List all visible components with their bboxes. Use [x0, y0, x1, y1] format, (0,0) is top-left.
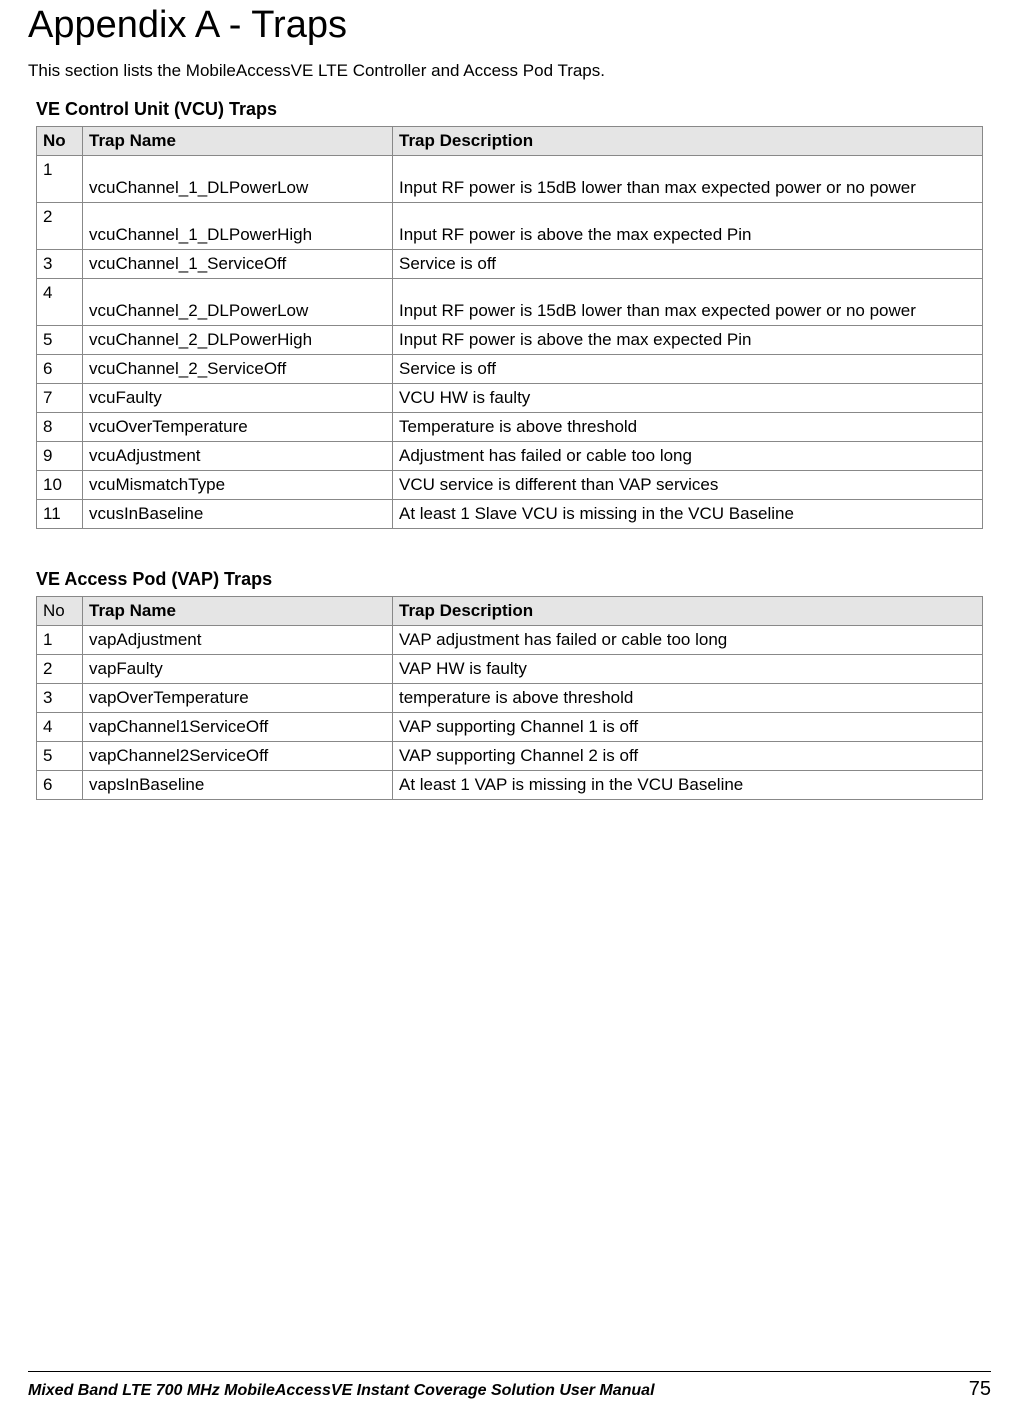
vcu-cell-desc: Input RF power is 15dB lower than max ex…	[393, 156, 983, 203]
vap-header-desc: Trap Description	[393, 597, 983, 626]
vcu-cell-no: 3	[37, 250, 83, 279]
vap-cell-name: vapAdjustment	[83, 626, 393, 655]
vap-cell-desc: VAP supporting Channel 2 is off	[393, 742, 983, 771]
table-row: 4vapChannel1ServiceOffVAP supporting Cha…	[37, 713, 983, 742]
vap-header-name: Trap Name	[83, 597, 393, 626]
footer-title: Mixed Band LTE 700 MHz MobileAccessVE In…	[28, 1382, 655, 1400]
table-row: 2vapFaultyVAP HW is faulty	[37, 655, 983, 684]
vap-cell-desc: temperature is above threshold	[393, 684, 983, 713]
vap-cell-desc: VAP adjustment has failed or cable too l…	[393, 626, 983, 655]
table-row: 8vcuOverTemperatureTemperature is above …	[37, 413, 983, 442]
vcu-cell-no: 2	[37, 203, 83, 250]
table-row: 9vcuAdjustmentAdjustment has failed or c…	[37, 442, 983, 471]
intro-text: This section lists the MobileAccessVE LT…	[28, 61, 991, 81]
vcu-cell-desc: VCU service is different than VAP servic…	[393, 471, 983, 500]
table-row: 1vapAdjustmentVAP adjustment has failed …	[37, 626, 983, 655]
vap-cell-name: vapOverTemperature	[83, 684, 393, 713]
vcu-table-title: VE Control Unit (VCU) Traps	[36, 99, 991, 120]
vcu-cell-desc: VCU HW is faulty	[393, 384, 983, 413]
vcu-cell-no: 5	[37, 326, 83, 355]
vap-header-no: No	[37, 597, 83, 626]
page-title: Appendix A - Traps	[28, 4, 991, 47]
vap-cell-name: vapsInBaseline	[83, 771, 393, 800]
vcu-cell-name: vcuFaulty	[83, 384, 393, 413]
table-row: 6vcuChannel_2_ServiceOffService is off	[37, 355, 983, 384]
vcu-cell-name: vcuMismatchType	[83, 471, 393, 500]
table-row: 5vapChannel2ServiceOffVAP supporting Cha…	[37, 742, 983, 771]
vcu-cell-name: vcusInBaseline	[83, 500, 393, 529]
vap-cell-desc: VAP supporting Channel 1 is off	[393, 713, 983, 742]
vcu-header-name: Trap Name	[83, 127, 393, 156]
vcu-cell-no: 1	[37, 156, 83, 203]
vcu-cell-no: 9	[37, 442, 83, 471]
vcu-cell-no: 6	[37, 355, 83, 384]
footer-page-number: 75	[969, 1378, 991, 1401]
vcu-cell-no: 4	[37, 279, 83, 326]
vcu-cell-desc: Service is off	[393, 355, 983, 384]
vcu-cell-desc: Service is off	[393, 250, 983, 279]
table-row: 6vapsInBaselineAt least 1 VAP is missing…	[37, 771, 983, 800]
vcu-cell-no: 8	[37, 413, 83, 442]
vap-cell-name: vapChannel1ServiceOff	[83, 713, 393, 742]
table-row: 7vcuFaultyVCU HW is faulty	[37, 384, 983, 413]
vcu-cell-name: vcuAdjustment	[83, 442, 393, 471]
vcu-cell-name: vcuChannel_1_DLPowerLow	[83, 156, 393, 203]
vcu-cell-desc: Adjustment has failed or cable too long	[393, 442, 983, 471]
table-row: 5vcuChannel_2_DLPowerHighInput RF power …	[37, 326, 983, 355]
vap-cell-name: vapChannel2ServiceOff	[83, 742, 393, 771]
vap-cell-desc: At least 1 VAP is missing in the VCU Bas…	[393, 771, 983, 800]
vap-cell-no: 3	[37, 684, 83, 713]
vap-cell-no: 4	[37, 713, 83, 742]
vcu-cell-name: vcuChannel_1_ServiceOff	[83, 250, 393, 279]
vcu-cell-name: vcuOverTemperature	[83, 413, 393, 442]
page-footer: Mixed Band LTE 700 MHz MobileAccessVE In…	[28, 1371, 991, 1401]
table-row: 2vcuChannel_1_DLPowerHighInput RF power …	[37, 203, 983, 250]
vap-table-title: VE Access Pod (VAP) Traps	[36, 569, 991, 590]
vap-cell-no: 6	[37, 771, 83, 800]
table-row: 3vapOverTemperaturetemperature is above …	[37, 684, 983, 713]
vcu-header-no: No	[37, 127, 83, 156]
vcu-cell-no: 7	[37, 384, 83, 413]
vcu-cell-no: 11	[37, 500, 83, 529]
vcu-cell-name: vcuChannel_2_DLPowerLow	[83, 279, 393, 326]
vcu-cell-desc: Input RF power is above the max expected…	[393, 203, 983, 250]
vap-traps-table: No Trap Name Trap Description 1vapAdjust…	[36, 596, 983, 800]
table-row: 1vcuChannel_1_DLPowerLowInput RF power i…	[37, 156, 983, 203]
vcu-cell-no: 10	[37, 471, 83, 500]
vap-cell-name: vapFaulty	[83, 655, 393, 684]
vap-cell-no: 1	[37, 626, 83, 655]
vcu-header-desc: Trap Description	[393, 127, 983, 156]
vap-cell-no: 5	[37, 742, 83, 771]
vcu-cell-desc: Input RF power is 15dB lower than max ex…	[393, 279, 983, 326]
vcu-cell-desc: Input RF power is above the max expected…	[393, 326, 983, 355]
vcu-cell-desc: Temperature is above threshold	[393, 413, 983, 442]
vcu-cell-name: vcuChannel_2_ServiceOff	[83, 355, 393, 384]
vap-cell-desc: VAP HW is faulty	[393, 655, 983, 684]
vcu-cell-name: vcuChannel_2_DLPowerHigh	[83, 326, 393, 355]
table-row: 4vcuChannel_2_DLPowerLowInput RF power i…	[37, 279, 983, 326]
vcu-cell-name: vcuChannel_1_DLPowerHigh	[83, 203, 393, 250]
vcu-traps-table: No Trap Name Trap Description 1vcuChanne…	[36, 126, 983, 529]
table-row: 10vcuMismatchTypeVCU service is differen…	[37, 471, 983, 500]
table-row: 11vcusInBaselineAt least 1 Slave VCU is …	[37, 500, 983, 529]
table-row: 3vcuChannel_1_ServiceOffService is off	[37, 250, 983, 279]
vcu-cell-desc: At least 1 Slave VCU is missing in the V…	[393, 500, 983, 529]
vap-cell-no: 2	[37, 655, 83, 684]
